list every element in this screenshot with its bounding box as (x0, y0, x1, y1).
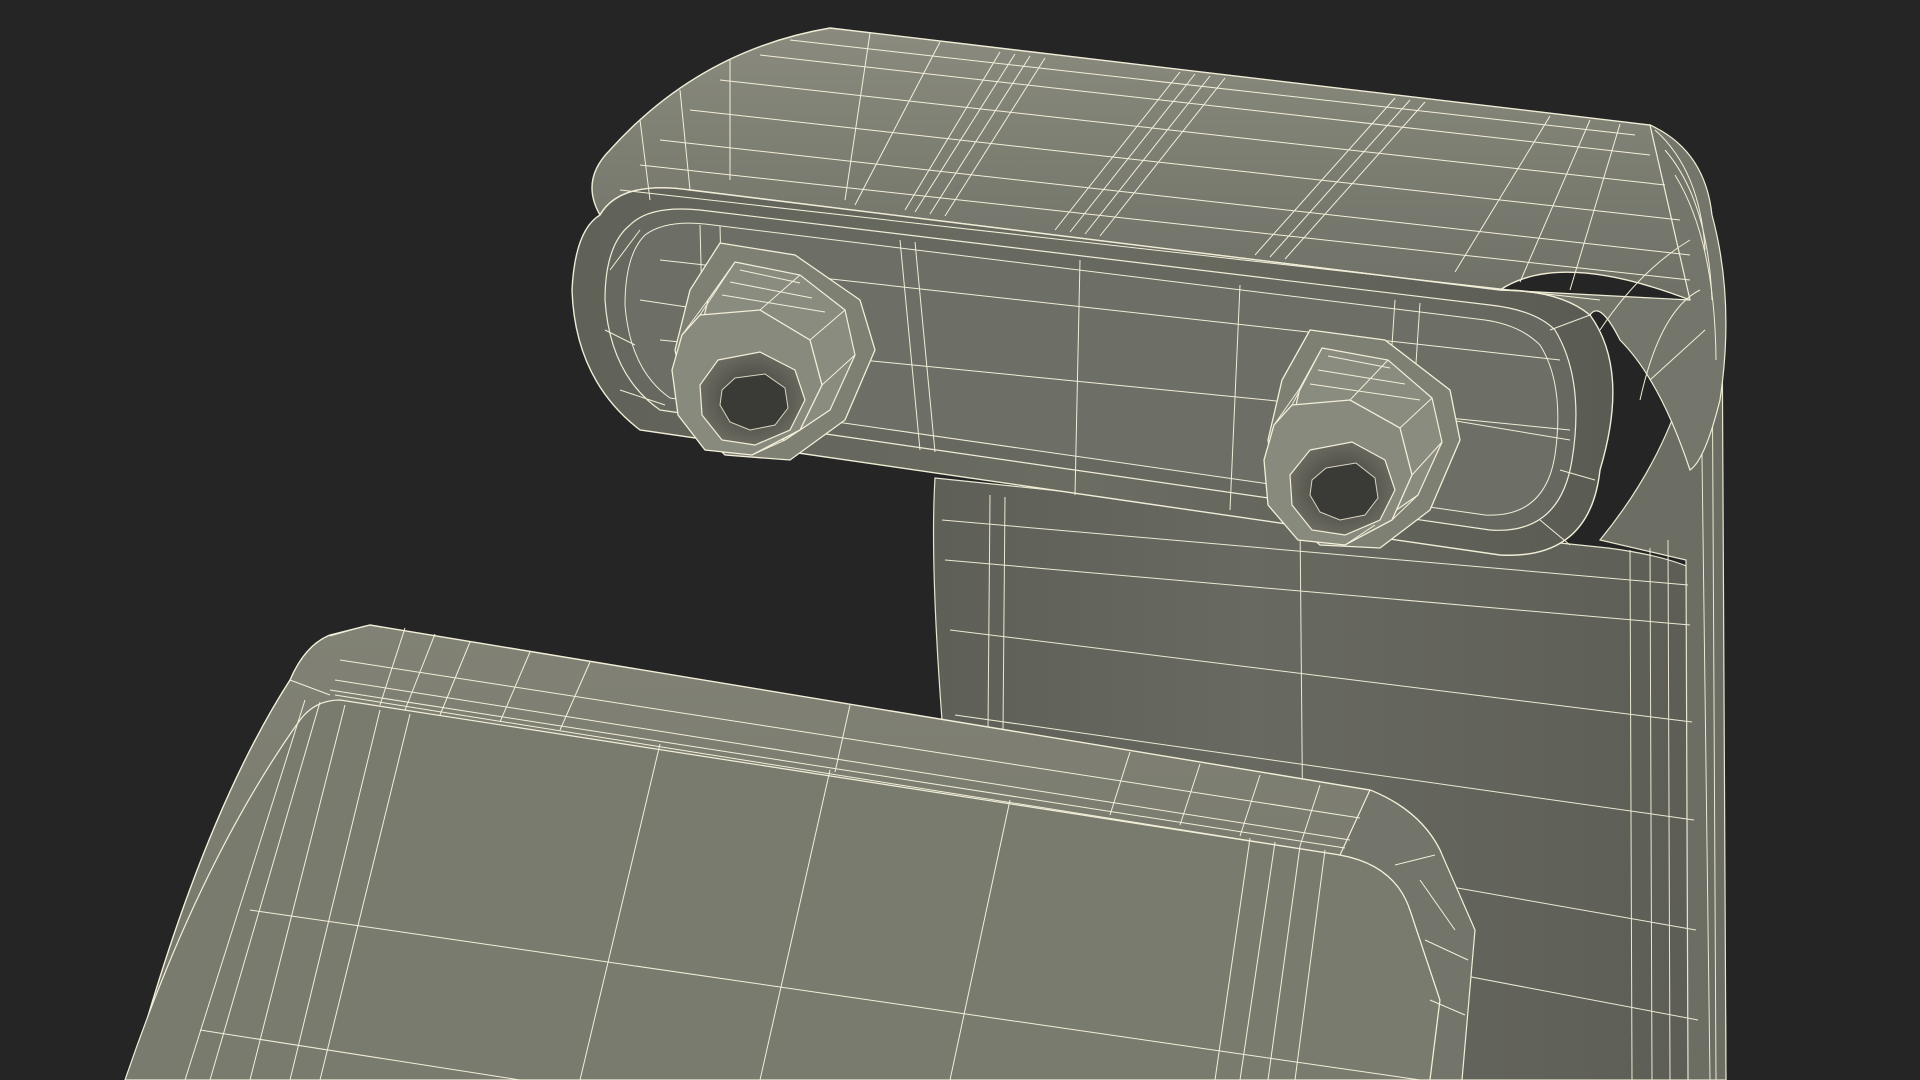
render-viewport (0, 0, 1920, 1080)
wireframe-render (124, 27, 1727, 1080)
